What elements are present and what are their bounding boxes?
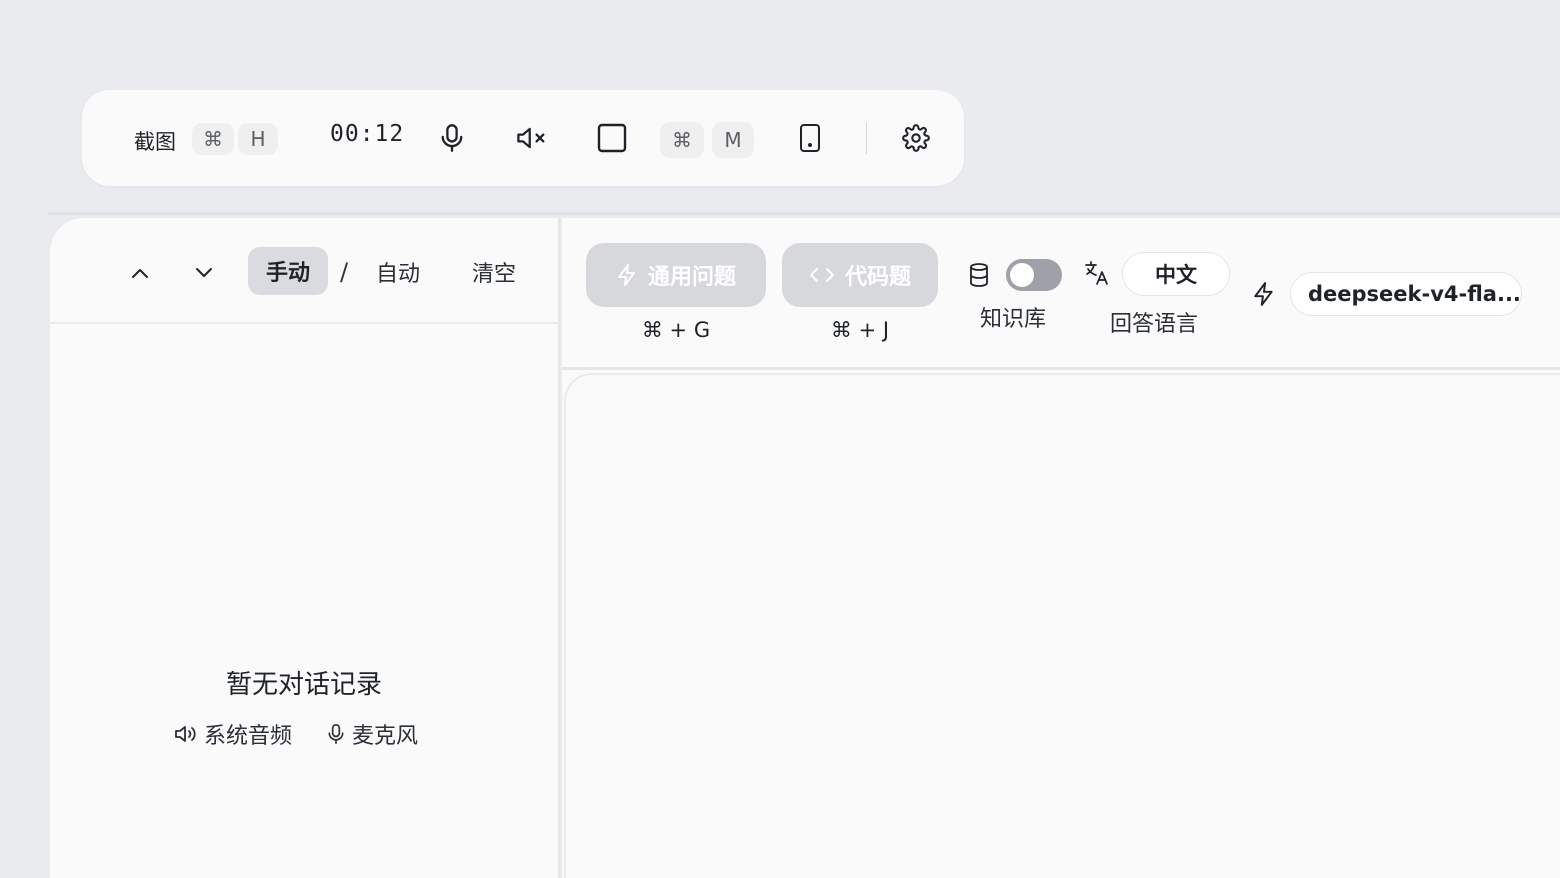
mode-auto-button[interactable]: 自动 (376, 256, 420, 288)
mute-button[interactable] (514, 120, 550, 156)
source-microphone: 麦克风 (326, 718, 418, 750)
phone-icon (800, 124, 820, 152)
lightning-icon (1254, 282, 1273, 306)
next-button[interactable] (187, 256, 221, 290)
mute-shortcut-key: M (712, 122, 754, 158)
model-select[interactable]: deepseek-v4-fla... (1290, 272, 1522, 316)
source-system-audio-label: 系统音频 (204, 724, 293, 749)
screen-capture-button[interactable] (594, 120, 630, 156)
gear-icon (902, 124, 930, 152)
knowledge-base-label: 知识库 (980, 307, 1047, 332)
mode-separator: / (340, 258, 349, 286)
microphone-icon (441, 124, 463, 152)
chevron-up-icon (132, 269, 148, 278)
recording-timer: 00:12 (330, 121, 405, 147)
knowledge-base-toggle[interactable] (1006, 259, 1062, 291)
conversation-panel: 手动 / 自动 清空 暂无对话记录 系统音频 麦克风 (50, 218, 560, 878)
code-question-label: 代码题 (844, 265, 911, 290)
audio-sources: 系统音频 麦克风 (174, 718, 452, 750)
chevron-down-icon (196, 268, 212, 277)
source-microphone-label: 麦克风 (352, 724, 419, 749)
screenshot-shortcut-mod: ⌘ (192, 123, 234, 155)
speaker-muted-icon (517, 127, 545, 149)
mute-shortcut-mod: ⌘ (660, 122, 704, 158)
floating-toolbar: 截图 ⌘ H 00:12 ⌘ M (82, 90, 964, 186)
answer-language-select[interactable]: 中文 (1122, 252, 1230, 296)
toolbar-divider (866, 122, 867, 154)
database-icon (970, 263, 988, 287)
general-question-shortcut: ⌘ + G (641, 318, 711, 342)
answer-content-area (564, 373, 1560, 878)
code-question-shortcut: ⌘ + J (830, 318, 890, 342)
answer-toolbar: 通用问题 ⌘ + G 代码题 ⌘ + J 知识库 中文 回答语言 deepsee… (562, 218, 1560, 370)
answer-language-label: 回答语言 (1110, 312, 1199, 337)
clear-button[interactable]: 清空 (472, 256, 516, 288)
empty-state-title: 暂无对话记录 (225, 670, 382, 700)
translate-icon (1085, 261, 1108, 285)
speaker-icon (175, 726, 196, 742)
square-icon (597, 123, 627, 153)
toggle-knob (1010, 263, 1034, 287)
main-panel: 手动 / 自动 清空 暂无对话记录 系统音频 麦克风 通用问题 ⌘ + G 代码… (48, 212, 1560, 878)
mode-manual-button[interactable]: 手动 (248, 247, 328, 295)
answer-panel: 通用问题 ⌘ + G 代码题 ⌘ + J 知识库 中文 回答语言 deepsee… (562, 218, 1560, 878)
lightning-icon (617, 264, 635, 286)
general-question-label: 通用问题 (647, 265, 736, 290)
microphone-button[interactable] (434, 120, 470, 156)
screenshot-shortcut-key: H (238, 123, 278, 155)
code-icon (809, 268, 834, 282)
mobile-view-button[interactable] (792, 120, 828, 156)
settings-button[interactable] (898, 120, 934, 156)
conversation-header: 手动 / 自动 清空 (50, 218, 558, 324)
code-question-button[interactable]: 代码题 (782, 243, 938, 307)
screenshot-label[interactable]: 截图 (134, 126, 176, 156)
microphone-icon (328, 724, 344, 744)
general-question-button[interactable]: 通用问题 (586, 243, 766, 307)
previous-button[interactable] (123, 256, 157, 290)
source-system-audio: 系统音频 (174, 718, 292, 750)
